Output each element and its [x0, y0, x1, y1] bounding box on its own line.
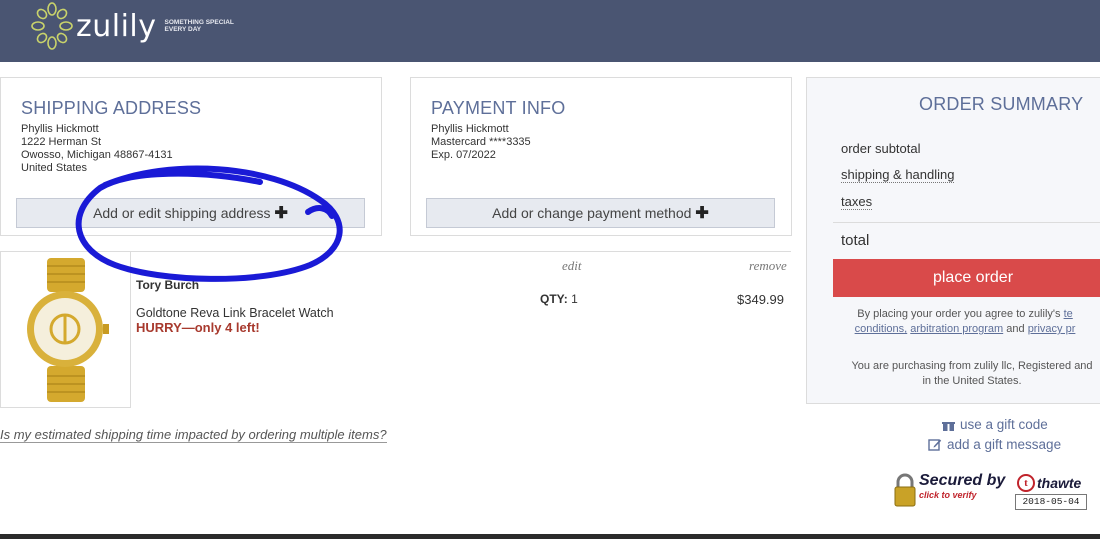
shipping-handling-label: shipping & handling [841, 167, 955, 183]
product-price: $349.99 [737, 292, 784, 307]
hand-drawn-circle-annotation [75, 165, 343, 282]
taxes-label: taxes [841, 194, 873, 210]
order-summary-card: ORDER SUMMARY order subtotal shipping & … [806, 77, 1100, 404]
agreement-prefix: By placing your order you agree to zulil… [857, 308, 1061, 320]
thawte-brand: t thawte [1017, 474, 1081, 492]
shipping-address-title: SHIPPING ADDRESS [21, 98, 202, 118]
payment-card: Mastercard ****3335 [431, 136, 531, 148]
payment-expiration: Exp. 07/2022 [431, 149, 496, 161]
click-to-verify-label: click to verify [919, 490, 977, 500]
shipping-handling-row[interactable]: shipping & handling [841, 167, 955, 183]
change-payment-method-label: Add or change payment method [492, 205, 692, 221]
flower-logo-icon [31, 2, 73, 50]
thawte-security-seal[interactable]: Secured by t thawte click to verify 2018… [893, 470, 1098, 510]
padlock-icon [894, 473, 916, 507]
gift-code-link[interactable]: use a gift code [942, 417, 1048, 432]
payment-name: Phyllis Hickmott [431, 123, 509, 135]
shipping-time-question-link[interactable]: Is my estimated shipping time impacted b… [0, 427, 387, 443]
order-summary-title: ORDER SUMMARY [919, 94, 1084, 114]
plus-icon: ✚ [695, 205, 709, 222]
quantity-label: QTY: [540, 292, 568, 306]
conditions-link[interactable]: conditions, [855, 323, 908, 335]
shipping-name: Phyllis Hickmott [21, 123, 99, 135]
quantity-display: QTY: 1 [540, 292, 578, 306]
privacy-link[interactable]: privacy pr [1028, 323, 1076, 335]
order-agreement-text: By placing your order you agree to zulil… [815, 307, 1100, 337]
payment-info-block: Phyllis Hickmott Mastercard ****3335 Exp… [431, 123, 531, 162]
change-payment-method-button[interactable]: Add or change payment method ✚ [426, 198, 775, 228]
gift-code-label: use a gift code [960, 417, 1048, 432]
gift-icon [942, 419, 955, 431]
tagline-line-2: EVERY DAY [164, 26, 202, 33]
edit-item-link[interactable]: edit [562, 258, 582, 274]
gift-message-link[interactable]: add a gift message [928, 437, 1061, 452]
gift-message-label: add a gift message [947, 437, 1062, 452]
agreement-and: and [1006, 323, 1025, 335]
arbitration-program-link[interactable]: arbitration program [910, 323, 1003, 335]
thawte-brand-text: thawte [1037, 475, 1082, 491]
bottom-edge-bar [0, 534, 1100, 539]
payment-info-title: PAYMENT INFO [431, 98, 566, 118]
logo-tagline: SOMETHING SPECIAL EVERY DAY [165, 19, 265, 33]
total-label: total [841, 232, 870, 249]
logo-text: zulily [76, 8, 157, 44]
remove-item-link[interactable]: remove [749, 258, 787, 274]
shipping-street: 1222 Herman St [21, 136, 102, 148]
seller-info-line-2: in the United States. [922, 375, 1022, 387]
subtotal-label: order subtotal [841, 141, 921, 156]
terms-link[interactable]: te [1064, 308, 1073, 320]
edit-icon [928, 439, 942, 451]
zulily-logo[interactable]: zulily SOMETHING SPECIAL EVERY DAY [30, 0, 265, 52]
site-header: zulily SOMETHING SPECIAL EVERY DAY [0, 0, 1100, 62]
thawte-logo-icon: t [1017, 474, 1035, 492]
seller-info-line-1: You are purchasing from zulily llc, Regi… [851, 360, 1093, 372]
product-name[interactable]: Goldtone Reva Link Bracelet Watch [136, 306, 334, 320]
seller-info-text: You are purchasing from zulily llc, Regi… [827, 359, 1100, 389]
place-order-button[interactable]: place order [833, 259, 1100, 297]
summary-divider [833, 222, 1100, 223]
secured-by-label: Secured by [919, 472, 1006, 489]
taxes-row[interactable]: taxes [841, 194, 873, 210]
quantity-value: 1 [571, 292, 578, 306]
low-stock-warning: HURRY—only 4 left! [136, 320, 260, 335]
seal-date: 2018-05-04 [1015, 494, 1087, 510]
tagline-line-1: SOMETHING SPECIAL [164, 19, 234, 26]
